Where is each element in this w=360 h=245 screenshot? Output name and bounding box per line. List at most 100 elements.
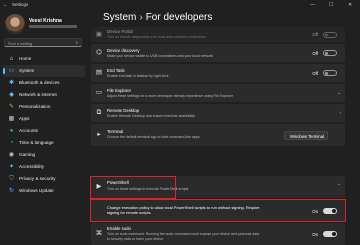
device-portal-toggle[interactable]	[323, 31, 337, 38]
breadcrumb-separator: ›	[139, 12, 143, 23]
apps-icon: ▦	[8, 115, 15, 122]
device-portal-icon: ▣	[95, 30, 103, 38]
home-icon: ⌂	[9, 55, 14, 62]
sidebar-item-network-internet[interactable]: ◆ Network & internet	[3, 89, 85, 101]
time-language-icon: ◔	[9, 139, 14, 146]
system-icon: ▭	[8, 67, 15, 74]
accessibility-icon: ✦	[8, 163, 15, 170]
user-email-redacted	[29, 25, 77, 28]
device-discovery-desc: Make your device visible to USB connecti…	[107, 53, 213, 58]
file-explorer-row[interactable]: ▭ File Explorer Adjust these settings fo…	[91, 84, 345, 102]
sidebar-item-gaming[interactable]: ◉ Gaming	[3, 149, 85, 161]
sidebar-item-apps[interactable]: ▦ Apps	[3, 113, 85, 125]
sidebar-item-label: Home	[19, 56, 32, 61]
sidebar: Veesi Krishna Find a setting ⌕ ⌂ Home ▭ Sys…	[0, 10, 88, 240]
device-portal-row[interactable]: ▣ Device Portal Turn on remote diagnosti…	[91, 27, 345, 42]
gaming-icon: ◉	[8, 151, 15, 158]
brush-icon: ✎	[8, 103, 15, 110]
end-task-state: Off	[312, 70, 318, 76]
remote-desktop-desc: Enable Remote Desktop and ensure machine…	[107, 113, 195, 118]
device-discovery-title: Device discovery	[107, 47, 140, 53]
file-explorer-desc: Adjust these settings for a more develop…	[107, 93, 234, 98]
file-explorer-title: File Explorer	[107, 87, 132, 93]
sidebar-item-privacy-security[interactable]: ⛉ Privacy & security	[3, 173, 85, 185]
shield-icon: ⛉	[9, 175, 14, 182]
close-icon[interactable]: ✕	[348, 0, 352, 10]
sidebar-item-label: Accounts	[19, 128, 38, 133]
remote-desktop-row[interactable]: ⧉ Remote Desktop Enable Remote Desktop a…	[91, 104, 345, 122]
device-portal-state: Off	[312, 32, 318, 37]
user-profile[interactable]: Veesi Krishna	[5, 14, 87, 34]
terminal-dropdown[interactable]: Windows Terminal ⌄	[284, 130, 328, 140]
enable-sudo-row[interactable]: ⌘ Enable sudo Turn on sudo command. Runn…	[91, 223, 345, 245]
sidebar-item-label: Windows Update	[19, 188, 54, 193]
back-icon[interactable]: ←	[3, 0, 8, 10]
sidebar-item-label: Time & language	[19, 140, 54, 145]
powershell-row[interactable]: ▶ PowerShell Turn on these settings to e…	[91, 176, 345, 198]
terminal-row[interactable]: ▸ Terminal Choose the default terminal a…	[91, 124, 345, 146]
sidebar-item-label: System	[19, 68, 35, 73]
device-discovery-icon: ⌬	[96, 49, 102, 56]
execution-policy-state: On	[312, 208, 318, 214]
sidebar-item-accounts[interactable]: ● Accounts	[3, 125, 85, 137]
search-icon[interactable]: ⌕	[75, 40, 78, 45]
sidebar-item-system[interactable]: ▭ System	[3, 65, 85, 77]
maximize-icon[interactable]: ☐	[329, 0, 333, 10]
sidebar-item-label: Network & internet	[19, 92, 57, 97]
sidebar-item-bluetooth-devices[interactable]: ✱ Bluetooth & devices	[3, 77, 85, 89]
chevron-down-icon: ⌄	[320, 133, 324, 139]
chevron-up-icon[interactable]: ⌃	[337, 183, 341, 189]
powershell-icon: ▶	[96, 183, 102, 190]
powershell-desc: Turn on these settings to execute PowerS…	[107, 186, 189, 191]
end-task-desc: Enable end task in taskbar by right clic…	[107, 73, 169, 78]
terminal-desc: Choose the default terminal app to host …	[107, 135, 200, 139]
accounts-icon: ●	[9, 127, 14, 134]
breadcrumb: System › For developers	[103, 12, 212, 23]
execution-policy-text-2: signing for remote scripts.	[107, 210, 152, 215]
sidebar-item-personalization[interactable]: ✎ Personalization	[3, 101, 85, 113]
terminal-dropdown-value: Windows Terminal	[290, 133, 324, 139]
user-name: Veesi Krishna	[29, 18, 62, 24]
search-input[interactable]: Find a setting	[8, 41, 32, 46]
sidebar-item-home[interactable]: ⌂ Home	[3, 53, 85, 65]
enable-sudo-title: Enable sudo	[107, 226, 131, 231]
sudo-icon: ⌘	[95, 230, 103, 237]
bluetooth-icon: ✱	[8, 79, 15, 86]
minimize-icon[interactable]: —	[310, 0, 315, 10]
device-portal-desc: Turn on remote diagnostics over local ar…	[107, 35, 207, 39]
enable-sudo-desc-2: to security risks or harm your device.	[107, 237, 164, 241]
sidebar-item-accessibility[interactable]: ✦ Accessibility	[3, 161, 85, 173]
remote-desktop-icon: ⧉	[96, 109, 102, 116]
sidebar-item-time-language[interactable]: ◔ Time & language	[3, 137, 85, 149]
end-task-row[interactable]: ▤ End Task Enable end task in taskbar by…	[91, 64, 345, 82]
breadcrumb-parent[interactable]: System	[103, 12, 136, 23]
end-task-icon: ▤	[95, 69, 103, 76]
terminal-title: Terminal	[107, 129, 124, 134]
chevron-right-icon[interactable]: ›	[340, 110, 342, 115]
execution-policy-toggle[interactable]	[323, 208, 337, 214]
enable-sudo-toggle[interactable]	[323, 231, 337, 237]
remote-desktop-title: Remote Desktop	[107, 107, 140, 113]
search-box[interactable]: Find a setting ⌕	[4, 38, 82, 47]
device-discovery-state: Off	[312, 50, 318, 56]
execution-policy-row[interactable]: Change execution policy to allow local P…	[91, 199, 345, 222]
sidebar-item-label: Gaming	[19, 152, 36, 157]
sidebar-item-label: Bluetooth & devices	[19, 80, 60, 85]
window-title: Settings	[12, 2, 29, 7]
avatar	[5, 14, 25, 34]
enable-sudo-state: On	[312, 231, 318, 237]
update-icon: ↻	[8, 187, 15, 194]
network-icon: ◆	[9, 91, 14, 98]
device-portal-title: Device Portal	[107, 29, 133, 34]
terminal-icon: ▸	[97, 131, 101, 138]
end-task-title: End Task	[107, 67, 125, 73]
chevron-down-icon[interactable]: ⌄	[337, 90, 341, 96]
device-discovery-row[interactable]: ⌬ Device discovery Make your device visi…	[91, 44, 345, 62]
main-content: System › For developers ▣ Device Portal Tu…	[88, 10, 360, 245]
folder-icon: ▭	[95, 89, 103, 96]
page-title: For developers	[145, 12, 213, 23]
end-task-toggle[interactable]	[323, 70, 337, 76]
sidebar-item-windows-update[interactable]: ↻ Windows Update	[3, 185, 85, 197]
title-bar: ← Settings — ☐ ✕	[0, 0, 360, 10]
device-discovery-toggle[interactable]	[323, 50, 337, 56]
